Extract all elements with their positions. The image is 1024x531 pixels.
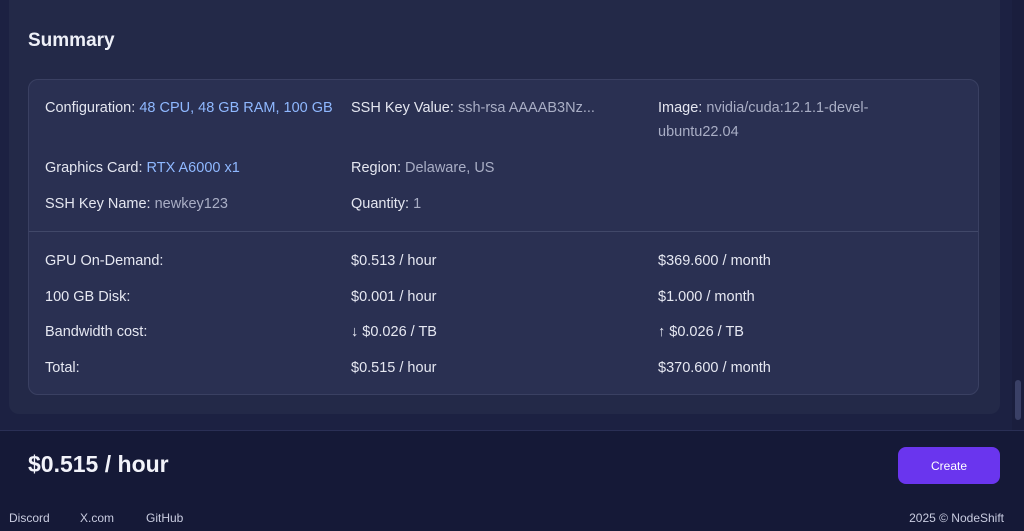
create-button[interactable]: Create xyxy=(898,447,1000,484)
summary-card: Summary Configuration: 48 CPU, 48 GB RAM… xyxy=(9,0,1000,414)
image-field: Image: nvidia/cuda:12.1.1-devel-ubuntu22… xyxy=(658,96,908,144)
summary-divider xyxy=(29,231,978,232)
quantity-label: Quantity: xyxy=(351,196,410,212)
pricing-row-label: 100 GB Disk: xyxy=(45,289,131,305)
ssh-key-name-value: newkey123 xyxy=(154,196,228,212)
pricing-row-monthly: $1.000 / month xyxy=(658,289,755,305)
total-price: $0.515 / hour xyxy=(28,451,169,477)
pricing-row-label: Total: xyxy=(45,360,80,376)
pricing-row-label: Bandwidth cost: xyxy=(45,324,148,340)
ssh-key-value-value: ssh-rsa AAAAB3Nz... xyxy=(457,100,595,116)
page: Summary Configuration: 48 CPU, 48 GB RAM… xyxy=(0,0,1024,531)
graphics-card-field: Graphics Card: RTX A6000 x1 xyxy=(45,156,240,180)
scrollbar-thumb[interactable] xyxy=(1015,380,1021,420)
summary-title: Summary xyxy=(28,30,115,51)
region-field: Region: Delaware, US xyxy=(351,156,494,180)
ssh-key-name-field: SSH Key Name: newkey123 xyxy=(45,192,228,216)
configuration-field: Configuration: 48 CPU, 48 GB RAM, 100 GB xyxy=(45,96,333,120)
pricing-row-hourly: $0.515 / hour xyxy=(351,360,437,376)
pricing-row-monthly: ↑ $0.026 / TB xyxy=(658,324,744,340)
configuration-label: Configuration: xyxy=(45,100,136,116)
pricing-row-hourly: ↓ $0.026 / TB xyxy=(351,324,437,340)
ssh-key-value-field: SSH Key Value: ssh-rsa AAAAB3Nz... xyxy=(351,96,595,120)
scrollbar[interactable] xyxy=(1012,0,1024,430)
image-label: Image: xyxy=(658,100,703,116)
footer-link-github[interactable]: GitHub xyxy=(146,511,183,525)
region-label: Region: xyxy=(351,160,401,176)
footer-link-x[interactable]: X.com xyxy=(80,511,114,525)
region-value: Delaware, US xyxy=(405,160,495,176)
pricing-row-hourly: $0.001 / hour xyxy=(351,289,437,305)
bottom-bar: $0.515 / hour Create Discord X.com GitHu… xyxy=(0,430,1024,531)
pricing-row-hourly: $0.513 / hour xyxy=(351,253,437,269)
graphics-card-value: RTX A6000 x1 xyxy=(146,160,240,176)
copyright: 2025 © NodeShift xyxy=(909,511,1004,525)
footer-link-discord[interactable]: Discord xyxy=(9,511,50,525)
ssh-key-value-label: SSH Key Value: xyxy=(351,100,454,116)
summary-details: Configuration: 48 CPU, 48 GB RAM, 100 GB… xyxy=(28,79,979,395)
quantity-value: 1 xyxy=(413,196,422,212)
configuration-value: 48 CPU, 48 GB RAM, 100 GB xyxy=(139,100,333,116)
quantity-field: Quantity: 1 xyxy=(351,192,421,216)
pricing-row-monthly: $370.600 / month xyxy=(658,360,771,376)
ssh-key-name-label: SSH Key Name: xyxy=(45,196,151,212)
pricing-row-monthly: $369.600 / month xyxy=(658,253,771,269)
graphics-card-label: Graphics Card: xyxy=(45,160,143,176)
pricing-row-label: GPU On-Demand: xyxy=(45,253,164,269)
